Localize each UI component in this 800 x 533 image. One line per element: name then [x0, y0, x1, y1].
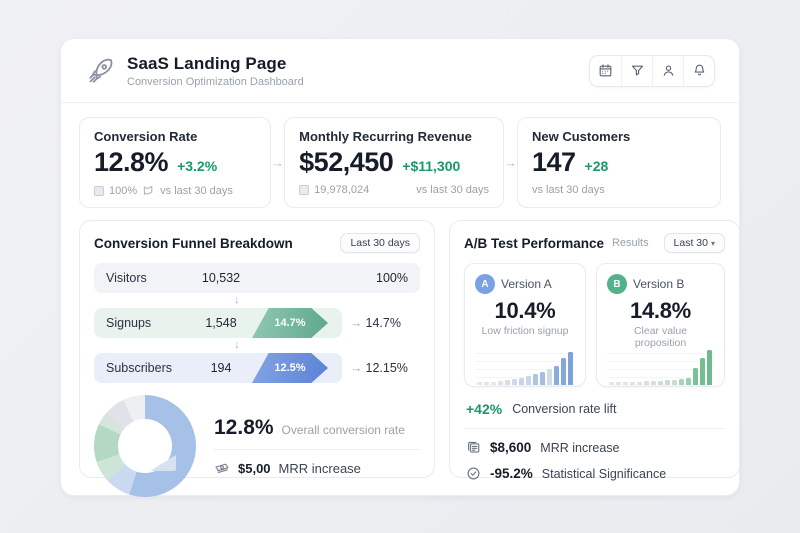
funnel-title: Conversion Funnel Breakdown: [94, 235, 293, 251]
funnel-rate-out: → 12.15%: [350, 361, 408, 375]
funnel-row-value: 1,548: [205, 316, 237, 330]
funnel-row-visitors: Visitors 10,532 100%: [94, 263, 420, 293]
rocket-icon: [89, 58, 113, 83]
funnel-rate-out: → 14.7%: [350, 316, 401, 330]
trend-flag-icon: [144, 185, 153, 196]
down-arrow-icon: ↓: [234, 294, 240, 306]
funnel-chevron-subscribers: 12.5%: [252, 353, 328, 383]
stat-value: 147: [531, 147, 576, 177]
version-a-value: 10.4%: [494, 298, 556, 323]
stat-note: vs last 30 days: [531, 184, 605, 196]
stat-label: New Customers: [531, 129, 631, 144]
square-badge-icon: [94, 185, 104, 196]
calendar-icon[interactable]: [590, 56, 621, 86]
panels-row: Conversion Funnel Breakdown Last 30 days…: [61, 220, 740, 497]
version-name: Version A: [501, 277, 552, 291]
funnel-row-value: 194: [210, 361, 232, 375]
version-b-value: 14.8%: [630, 298, 691, 323]
stats-row: Conversion Rate 12.8% +3.2% 100% vs last…: [61, 103, 739, 220]
funnel-mrr-label: MRR increase: [278, 461, 361, 476]
ab-mrr-value: $8,600: [490, 440, 532, 455]
funnel-row-label: Signups: [106, 316, 152, 330]
ab-mrr-label: MRR increase: [540, 440, 620, 455]
lift-row: +42% Conversion rate lift: [464, 398, 725, 429]
dashboard-card: SaaS Landing Page Conversion Optimizatio…: [60, 38, 740, 497]
stat-badge: 19,978,024: [314, 184, 370, 196]
filter-icon[interactable]: [621, 55, 652, 86]
stat-card-new-customers: New Customers 147 +28 vs last 30 days: [516, 117, 721, 208]
funnel-mrr-value: $5,00: [238, 461, 271, 476]
significance-label: Statistical Significance: [541, 466, 667, 481]
funnel-row-signups: Signups 1,548 14.7%: [94, 308, 342, 338]
ab-mrr-row: $8,600 MRR increase: [464, 440, 725, 455]
version-a-badge: A: [475, 274, 495, 294]
check-circle-icon: [467, 467, 480, 480]
user-icon[interactable]: [652, 55, 683, 86]
stat-card-conversion-rate: Conversion Rate 12.8% +3.2% 100% vs last…: [79, 117, 272, 208]
stat-label: Monthly Recurring Revenue: [299, 129, 472, 144]
app-header: SaaS Landing Page Conversion Optimizatio…: [61, 39, 739, 103]
funnel-mrr-line: $5,00 MRR increase: [214, 461, 420, 477]
stat-note: vs last 30 days: [160, 184, 233, 197]
banknote-icon: [215, 463, 229, 473]
stat-card-mrr: Monthly Recurring Revenue $52,450 +$11,3…: [284, 117, 504, 208]
significance-row: -95.2% Statistical Significance: [464, 466, 725, 481]
stat-label: Conversion Rate: [94, 129, 198, 144]
funnel-chevron-signups: 14.7%: [252, 308, 328, 338]
lift-value: +42%: [466, 401, 503, 417]
donut-hole: [118, 419, 176, 473]
flow-arrow-icon: →: [503, 155, 517, 170]
bell-icon[interactable]: [683, 55, 714, 86]
header-toolbar: [589, 54, 715, 87]
version-b-card: B Version B 14.8% Clear value propositio…: [596, 263, 725, 387]
funnel-row-label: Subscribers: [106, 361, 172, 375]
results-label: Results: [611, 237, 649, 249]
version-b-desc: Clear value proposition: [633, 325, 688, 349]
conversion-donut-chart: [94, 395, 196, 497]
down-arrow-icon: ↓: [234, 339, 240, 351]
stat-value: $52,450: [299, 147, 394, 177]
funnel-row-label: Visitors: [106, 271, 147, 285]
ab-test-title: A/B Test Performance: [464, 235, 605, 251]
right-arrow-icon: →: [350, 316, 363, 330]
version-a-card: A Version A 10.4% Low friction signup: [464, 263, 586, 387]
overall-block: 12.8% Overall conversion rate $5,00 MRR …: [214, 416, 420, 477]
stat-delta: +28: [584, 158, 609, 174]
donut-wedge: [150, 455, 176, 471]
version-a-bar-chart: [475, 346, 575, 386]
right-arrow-icon: →: [350, 361, 363, 375]
funnel-row-rate: 100%: [376, 271, 408, 285]
significance-value: -95.2%: [490, 466, 533, 481]
version-b-bar-chart: [607, 349, 714, 386]
flow-arrow-icon: →: [271, 155, 285, 170]
square-badge-icon: [299, 185, 310, 195]
stat-value: 12.8%: [94, 147, 169, 177]
version-b-badge: B: [607, 274, 627, 294]
lift-label: Conversion rate lift: [512, 402, 617, 416]
overall-conversion-label: Overall conversion rate: [281, 422, 405, 437]
documents-icon: [468, 441, 480, 453]
funnel-row-value: 10,532: [201, 271, 241, 285]
funnel-panel: Conversion Funnel Breakdown Last 30 days…: [79, 220, 435, 497]
overall-conversion-value: 12.8%: [214, 415, 274, 439]
funnel-range-button[interactable]: Last 30 days: [340, 233, 420, 253]
chevron-down-icon: ▾: [710, 239, 715, 248]
stat-badge: 100%: [109, 184, 138, 197]
version-a-desc: Low friction signup: [481, 325, 569, 337]
title-block: SaaS Landing Page Conversion Optimizatio…: [127, 54, 304, 88]
page-subtitle: Conversion Optimization Dashboard: [127, 75, 304, 88]
ab-range-dropdown[interactable]: Last 30 ▾: [663, 233, 725, 253]
funnel-row-subscribers: Subscribers 194 12.5%: [94, 353, 342, 383]
stat-delta: +3.2%: [177, 158, 218, 174]
stat-note: vs last 30 days: [416, 184, 489, 196]
stat-delta: +$11,300: [402, 158, 461, 174]
ab-test-panel: A/B Test Performance Results Last 30 ▾ A …: [449, 220, 740, 481]
version-name: Version B: [633, 277, 685, 291]
page-title: SaaS Landing Page: [127, 53, 287, 73]
